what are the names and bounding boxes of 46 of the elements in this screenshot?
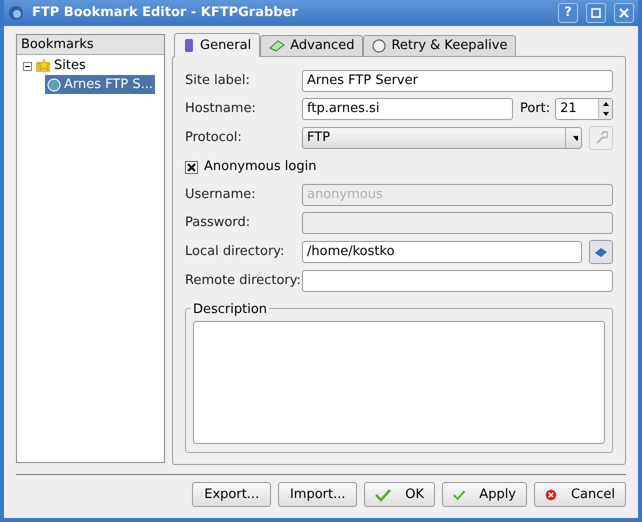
site-label-field[interactable]: Arnes FTP Server [302,70,613,92]
app-icon [8,5,24,21]
cylinder-icon [183,38,195,53]
help-button[interactable]: ? [558,3,578,23]
bookmarks-header: Bookmarks [17,35,164,55]
maximize-icon [591,8,601,18]
check-icon [375,488,392,502]
field-label: Password: [185,214,252,232]
tab[interactable]: General [174,33,260,57]
field-label: Username: [185,186,257,204]
anonymous-checkbox[interactable] [185,160,198,174]
tree-item[interactable]: Arnes FTP S... [45,75,155,94]
dialog-button[interactable]: Cancel [534,482,626,507]
protocol-dropdown[interactable]: FTP [302,127,582,149]
remote-directory-field[interactable] [302,270,613,292]
close-icon [619,8,629,18]
field-label: Port: [520,100,550,118]
window-title: FTP Bookmark Editor - KFTPGrabber [32,4,299,22]
port-spinbox[interactable]: 21 [555,98,613,120]
dialog-button[interactable]: OK [364,482,435,507]
description-field[interactable] [193,321,605,444]
maximize-button[interactable] [586,3,606,23]
folder-star-icon [35,58,51,74]
folder-browse-button[interactable] [589,240,613,264]
wrench-icon [594,131,608,145]
checkbox-label: Anonymous login [204,158,316,176]
hostname-field[interactable]: ftp.arnes.si [302,98,513,120]
dialog-button[interactable]: Export... [192,482,272,507]
field-label: Hostname: [185,100,257,118]
collapse-icon[interactable] [23,62,32,70]
tab[interactable]: Advanced [260,35,364,56]
field-label: Site label: [185,72,251,90]
field-label: Protocol: [185,129,243,148]
field-label: Remote directory: [185,272,302,290]
globe-icon [47,78,61,92]
local-directory-field[interactable]: /home/kostko [302,241,582,263]
check-icon [453,488,466,502]
dialog-button[interactable]: Apply [442,482,527,507]
close-button[interactable] [614,3,634,23]
folder-icon [594,246,608,258]
field-label: Local directory: [185,243,286,262]
clock-icon [372,39,386,53]
tab[interactable]: Retry & Keepalive [363,35,516,56]
tree-item[interactable]: Sites [54,56,86,76]
card-icon [269,40,286,52]
dialog-button[interactable]: Import... [278,482,358,507]
